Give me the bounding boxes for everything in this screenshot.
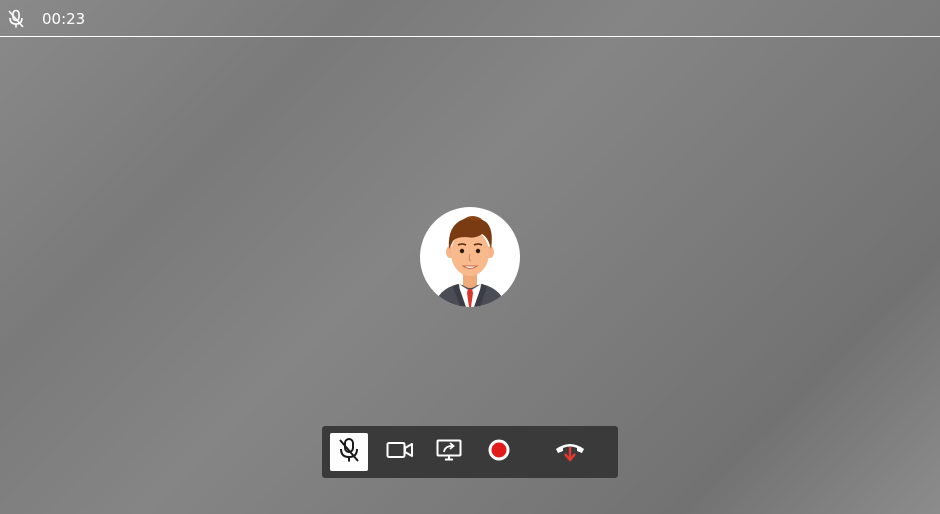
call-header: 00:23 — [0, 0, 940, 37]
hang-up-button[interactable] — [551, 433, 589, 471]
camera-button[interactable] — [381, 433, 419, 471]
screen-share-button[interactable] — [430, 433, 468, 471]
user-avatar — [420, 207, 520, 307]
mic-muted-icon — [337, 437, 361, 467]
mute-button[interactable] — [330, 433, 368, 471]
mic-muted-icon — [7, 9, 25, 29]
call-timer: 00:23 — [42, 10, 86, 28]
record-icon — [487, 438, 511, 466]
record-button[interactable] — [480, 433, 518, 471]
hang-up-icon — [554, 438, 586, 466]
call-controls-toolbar — [322, 426, 618, 478]
video-camera-icon — [386, 440, 414, 464]
screen-share-icon — [436, 439, 462, 465]
